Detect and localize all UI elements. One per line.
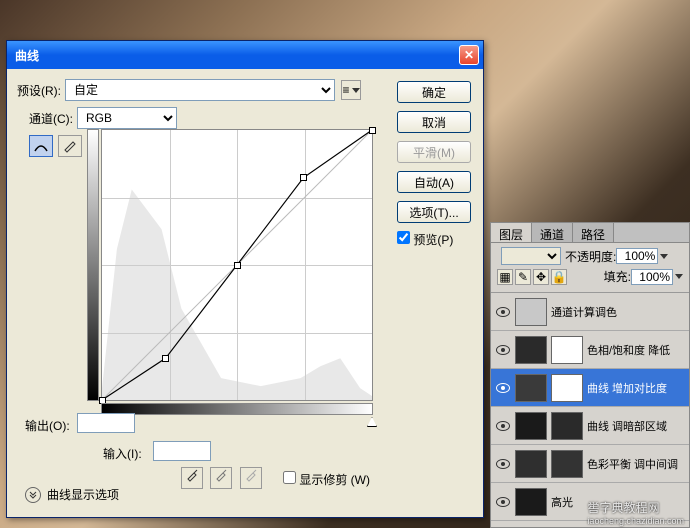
preset-select[interactable]: 自定	[65, 79, 335, 101]
curve-point[interactable]	[300, 174, 307, 181]
smooth-button[interactable]: 平滑(M)	[397, 141, 471, 163]
channel-select[interactable]: RGB	[77, 107, 177, 129]
layer-name: 色相/饱和度 降低	[587, 342, 687, 358]
gray-eyedropper[interactable]	[210, 467, 232, 489]
visibility-icon[interactable]	[496, 345, 510, 355]
white-point-slider[interactable]	[367, 417, 377, 427]
opacity-value[interactable]: 100%	[616, 248, 658, 264]
white-eyedropper[interactable]	[240, 467, 262, 489]
preset-label: 预设(R):	[17, 82, 61, 99]
layer-list: 通道计算调色色相/饱和度 降低曲线 增加对比度曲线 调暗部区域色彩平衡 调中间调…	[491, 293, 689, 521]
layer-thumb[interactable]	[551, 374, 583, 402]
visibility-icon[interactable]	[496, 383, 510, 393]
tab-channels[interactable]: 通道	[532, 223, 573, 242]
input-label: 输入(I):	[103, 445, 142, 462]
eyedroppers	[181, 467, 266, 489]
expand-icon[interactable]	[25, 487, 41, 503]
chevron-down-icon[interactable]	[675, 274, 683, 279]
pencil-tool-button[interactable]	[58, 135, 82, 157]
layer-item[interactable]: 色彩平衡 调中间调	[491, 445, 689, 483]
visibility-icon[interactable]	[496, 421, 510, 431]
curve-graph[interactable]	[101, 129, 373, 401]
pencil-icon	[62, 139, 78, 153]
eyedropper-icon	[244, 468, 258, 482]
fill-label: 填充:	[604, 268, 631, 285]
visibility-icon[interactable]	[496, 497, 510, 507]
output-gradient	[87, 129, 99, 401]
chevron-down-icon	[352, 88, 360, 93]
curve-tool-button[interactable]	[29, 135, 53, 157]
watermark: 喾字典教程网 iaocheng.chazidian.com	[587, 499, 684, 526]
layer-thumb[interactable]	[551, 450, 583, 478]
close-button[interactable]: ✕	[459, 45, 479, 65]
visibility-icon[interactable]	[496, 307, 510, 317]
lock-pixels-button[interactable]: ✎	[515, 269, 531, 285]
tab-paths[interactable]: 路径	[573, 223, 614, 242]
layer-name: 通道计算调色	[551, 304, 687, 320]
layer-mask-thumb[interactable]	[515, 450, 547, 478]
panel-tabs: 图层 通道 路径	[491, 223, 689, 243]
eyedropper-icon	[214, 468, 228, 482]
fill-value[interactable]: 100%	[631, 269, 673, 285]
output-label: 输出(O):	[25, 417, 70, 434]
layer-item[interactable]: 通道计算调色	[491, 293, 689, 331]
chevron-double-down-icon	[29, 491, 37, 499]
layer-name: 曲线 增加对比度	[587, 380, 687, 396]
channel-label: 通道(C):	[29, 110, 73, 127]
preview-checkbox[interactable]: 预览(P)	[397, 233, 453, 247]
menu-icon: ≡	[342, 83, 349, 97]
auto-button[interactable]: 自动(A)	[397, 171, 471, 193]
expand-options[interactable]: 曲线显示选项	[25, 486, 119, 503]
curve-icon	[33, 139, 49, 153]
black-eyedropper[interactable]	[181, 467, 203, 489]
ok-button[interactable]: 确定	[397, 81, 471, 103]
curve-point[interactable]	[234, 262, 241, 269]
layers-panel: 图层 通道 路径 不透明度: 100% ▦ ✎ ✥ 🔒 填充: 100% 通道计…	[490, 222, 690, 528]
layer-mask-thumb[interactable]	[515, 336, 547, 364]
tab-layers[interactable]: 图层	[491, 223, 532, 242]
layer-item[interactable]: 色相/饱和度 降低	[491, 331, 689, 369]
layer-item[interactable]: 曲线 增加对比度	[491, 369, 689, 407]
eyedropper-icon	[185, 468, 199, 482]
lock-all-button[interactable]: 🔒	[551, 269, 567, 285]
layer-mask-thumb[interactable]	[515, 374, 547, 402]
preview-input[interactable]	[397, 231, 410, 244]
layer-thumb[interactable]	[515, 298, 547, 326]
lock-position-button[interactable]: ✥	[533, 269, 549, 285]
curve-point[interactable]	[162, 355, 169, 362]
visibility-icon[interactable]	[496, 459, 510, 469]
curve-point[interactable]	[369, 127, 376, 134]
layer-thumb[interactable]	[551, 412, 583, 440]
curves-dialog: 曲线 ✕ 预设(R): 自定 ≡ 通道(C): RGB	[6, 40, 484, 518]
input-gradient	[101, 403, 373, 415]
layer-thumb[interactable]	[551, 336, 583, 364]
layer-item[interactable]: 曲线 调暗部区域	[491, 407, 689, 445]
titlebar[interactable]: 曲线 ✕	[7, 41, 483, 69]
dialog-title: 曲线	[11, 47, 459, 64]
opacity-label: 不透明度:	[565, 248, 616, 265]
show-clipping-checkbox[interactable]: 显示修剪 (W)	[283, 471, 370, 488]
chevron-down-icon[interactable]	[660, 254, 668, 259]
layer-name: 曲线 调暗部区域	[587, 418, 687, 434]
layer-mask-thumb[interactable]	[515, 412, 547, 440]
layer-thumb[interactable]	[515, 488, 547, 516]
layer-name: 色彩平衡 调中间调	[587, 456, 687, 472]
options-button[interactable]: 选项(T)...	[397, 201, 471, 223]
input-input[interactable]	[153, 441, 211, 461]
preset-menu-button[interactable]: ≡	[341, 80, 361, 100]
blend-mode-select[interactable]	[501, 247, 561, 265]
show-clipping-input[interactable]	[283, 471, 296, 484]
cancel-button[interactable]: 取消	[397, 111, 471, 133]
lock-transparency-button[interactable]: ▦	[497, 269, 513, 285]
output-input[interactable]	[77, 413, 135, 433]
